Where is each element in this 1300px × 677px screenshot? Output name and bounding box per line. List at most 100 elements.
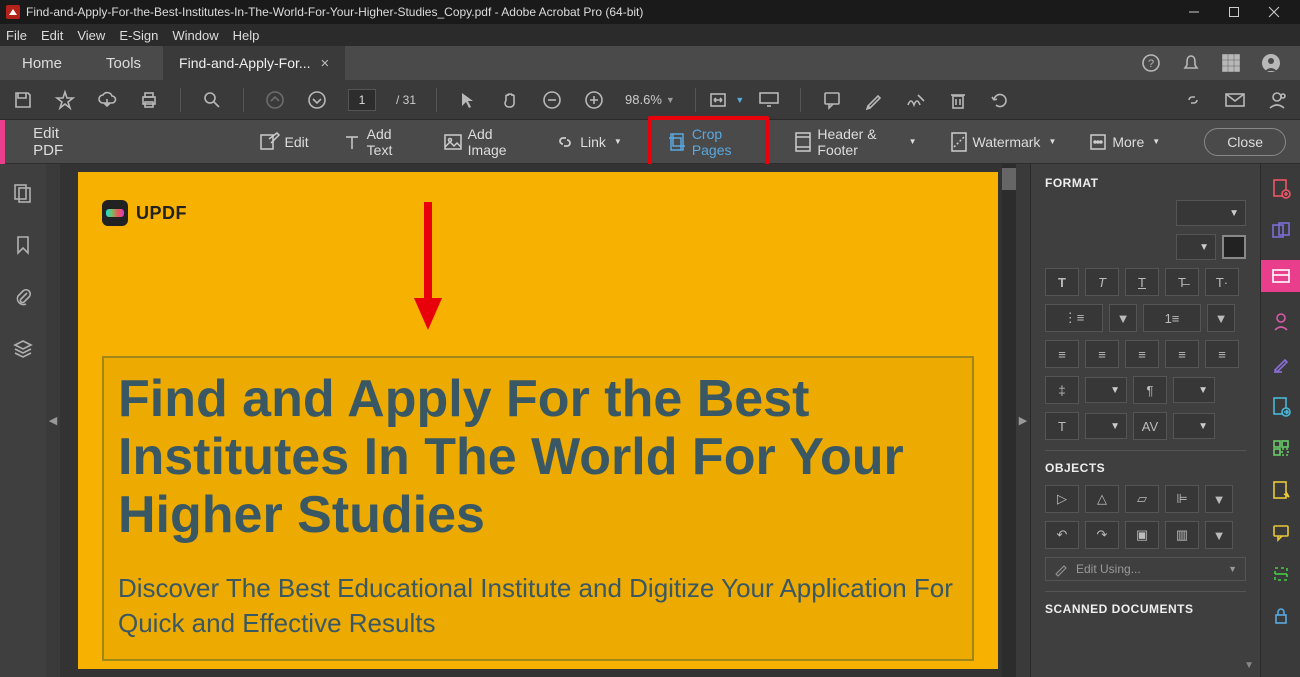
email-icon[interactable] — [1224, 89, 1246, 111]
attachments-icon[interactable] — [12, 286, 34, 308]
align-left-button[interactable]: ≡ — [1045, 340, 1079, 368]
organize-pages-tool-icon[interactable] — [1269, 436, 1293, 460]
align-center-button[interactable]: ≡ — [1085, 340, 1119, 368]
paragraph-spacing-select[interactable]: ▼ — [1173, 377, 1215, 403]
search-icon[interactable] — [201, 89, 223, 111]
page-up-icon[interactable] — [264, 89, 286, 111]
text-selection-box[interactable]: Find and Apply For the Best Institutes I… — [102, 356, 974, 661]
number-list-button[interactable]: 1≡ — [1143, 304, 1201, 332]
bold-button[interactable]: T — [1045, 268, 1079, 296]
horizontal-scale-select[interactable]: ▼ — [1085, 413, 1127, 439]
menu-view[interactable]: View — [77, 28, 105, 43]
strikethrough-button[interactable]: T̶ — [1165, 268, 1199, 296]
sign-icon[interactable] — [905, 89, 927, 111]
edit-using-button[interactable]: Edit Using... ▼ — [1045, 557, 1246, 581]
number-list-dropdown[interactable]: ▼ — [1207, 304, 1235, 332]
font-color-swatch[interactable] — [1222, 235, 1246, 259]
maximize-button[interactable] — [1214, 0, 1254, 24]
vertical-scrollbar[interactable] — [1002, 164, 1016, 677]
tab-close-icon[interactable]: × — [321, 55, 330, 72]
zoom-out-icon[interactable] — [541, 89, 563, 111]
horizontal-scale-button[interactable]: T — [1045, 412, 1079, 440]
replace-image-button[interactable]: ▣ — [1125, 521, 1159, 549]
layers-icon[interactable] — [12, 338, 34, 360]
tab-document[interactable]: Find-and-Apply-For... × — [163, 46, 345, 80]
arrange-dropdown[interactable]: ▼ — [1205, 521, 1233, 549]
select-tool-icon[interactable] — [457, 89, 479, 111]
bookmarks-icon[interactable] — [12, 234, 34, 256]
protect-tool-icon[interactable] — [1269, 604, 1293, 628]
delete-icon[interactable] — [947, 89, 969, 111]
minimize-button[interactable] — [1174, 0, 1214, 24]
letter-spacing-select[interactable]: ▼ — [1173, 413, 1215, 439]
menu-file[interactable]: File — [6, 28, 27, 43]
flip-vertical-button[interactable]: △ — [1085, 485, 1119, 513]
print-icon[interactable] — [138, 89, 160, 111]
combine-files-tool-icon[interactable] — [1269, 218, 1293, 242]
star-icon[interactable] — [54, 89, 76, 111]
watermark-button[interactable]: Watermark ▼ — [943, 128, 1065, 156]
flip-horizontal-button[interactable]: ▷ — [1045, 485, 1079, 513]
comment-icon[interactable] — [821, 89, 843, 111]
align-distribute-button[interactable]: ≡ — [1205, 340, 1239, 368]
align-justify-button[interactable]: ≡ — [1165, 340, 1199, 368]
thumbnails-icon[interactable] — [12, 182, 34, 204]
font-size-select[interactable]: ▼ — [1176, 234, 1216, 260]
italic-button[interactable]: T — [1085, 268, 1119, 296]
scan-ocr-tool-icon[interactable] — [1269, 562, 1293, 586]
crop-object-button[interactable]: ▱ — [1125, 485, 1159, 513]
create-pdf-tool-icon[interactable] — [1269, 176, 1293, 200]
close-toolbar-button[interactable]: Close — [1204, 128, 1286, 156]
export-pdf-tool-icon[interactable] — [1269, 394, 1293, 418]
scrollbar-thumb[interactable] — [1002, 168, 1016, 190]
menu-help[interactable]: Help — [233, 28, 260, 43]
edit-button[interactable]: Edit — [251, 129, 317, 155]
edit-pdf-tool-icon[interactable] — [1261, 260, 1300, 292]
align-objects-button[interactable]: ⊫ — [1165, 485, 1199, 513]
zoom-level-select[interactable]: 98.6% ▼ — [625, 92, 675, 107]
help-icon[interactable]: ? — [1140, 52, 1162, 74]
save-icon[interactable] — [12, 89, 34, 111]
close-window-button[interactable] — [1254, 0, 1294, 24]
comment-tool-icon[interactable] — [1269, 520, 1293, 544]
bell-icon[interactable] — [1180, 52, 1202, 74]
send-comments-tool-icon[interactable] — [1269, 478, 1293, 502]
read-mode-icon[interactable] — [758, 89, 780, 111]
request-signatures-tool-icon[interactable] — [1269, 310, 1293, 334]
page-number-input[interactable] — [348, 89, 376, 111]
align-right-button[interactable]: ≡ — [1125, 340, 1159, 368]
link-button[interactable]: Link ▼ — [548, 129, 630, 155]
fill-sign-tool-icon[interactable] — [1269, 352, 1293, 376]
document-viewport[interactable]: UPDF Find and Apply For the Best Institu… — [60, 164, 1016, 677]
letter-spacing-button[interactable]: AV — [1133, 412, 1167, 440]
add-image-button[interactable]: Add Image — [436, 122, 531, 162]
rotate-icon[interactable] — [989, 89, 1011, 111]
highlight-icon[interactable] — [863, 89, 885, 111]
menu-window[interactable]: Window — [172, 28, 218, 43]
bullet-list-dropdown[interactable]: ▼ — [1109, 304, 1137, 332]
page-down-icon[interactable] — [306, 89, 328, 111]
share-link-icon[interactable] — [1182, 89, 1204, 111]
rotate-left-button[interactable]: ↶ — [1045, 521, 1079, 549]
superscript-button[interactable]: T· — [1205, 268, 1239, 296]
panel-collapse-icon[interactable]: ▼ — [1244, 660, 1254, 671]
cloud-sync-icon[interactable] — [96, 89, 118, 111]
account-icon[interactable] — [1260, 52, 1282, 74]
menu-edit[interactable]: Edit — [41, 28, 63, 43]
crop-pages-button[interactable]: Crop Pages — [660, 122, 758, 162]
share-people-icon[interactable] — [1266, 89, 1288, 111]
rotate-right-button[interactable]: ↷ — [1085, 521, 1119, 549]
font-family-select[interactable]: ▼ — [1176, 200, 1246, 226]
header-footer-button[interactable]: Header & Footer ▼ — [787, 122, 924, 162]
line-spacing-select[interactable]: ▼ — [1085, 377, 1127, 403]
next-page-arrow[interactable]: ▶ — [1016, 164, 1030, 677]
tab-home[interactable]: Home — [0, 46, 84, 80]
align-objects-dropdown[interactable]: ▼ — [1205, 485, 1233, 513]
more-button[interactable]: More ▼ — [1082, 130, 1168, 154]
menu-esign[interactable]: E-Sign — [119, 28, 158, 43]
line-spacing-button[interactable]: ‡ — [1045, 376, 1079, 404]
underline-button[interactable]: T — [1125, 268, 1159, 296]
arrange-button[interactable]: ▥ — [1165, 521, 1199, 549]
prev-page-arrow[interactable]: ◀ — [46, 164, 60, 677]
paragraph-spacing-button[interactable]: ¶ — [1133, 376, 1167, 404]
